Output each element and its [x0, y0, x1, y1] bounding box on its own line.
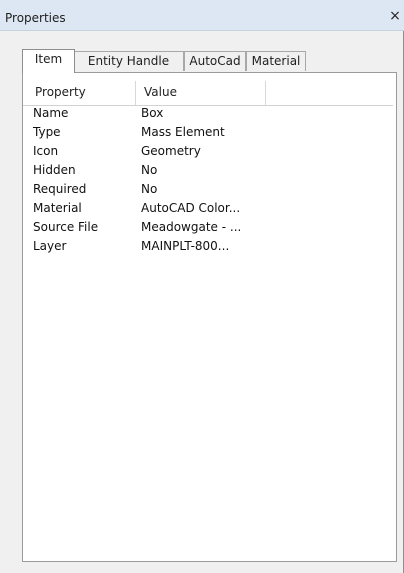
property-value: No	[141, 182, 158, 196]
table-row[interactable]: Name Box	[23, 106, 393, 124]
column-divider[interactable]	[265, 81, 266, 105]
table-row[interactable]: Source File Meadowgate - ...	[23, 220, 393, 238]
property-name: Required	[33, 182, 87, 196]
grid-header: Property Value	[23, 81, 393, 106]
table-row[interactable]: Hidden No	[23, 163, 393, 181]
tab-material[interactable]: Material	[246, 51, 306, 71]
item-tab-panel: Property Value Name Box Type Mass Elemen…	[22, 72, 397, 562]
tab-item[interactable]: Item	[22, 49, 75, 73]
properties-panel: Properties × Item Entity Handle AutoCad …	[0, 0, 404, 573]
property-value: AutoCAD Color...	[141, 201, 241, 215]
property-grid: Property Value Name Box Type Mass Elemen…	[23, 81, 393, 555]
title-bar: Properties ×	[0, 0, 404, 31]
property-name: Source File	[33, 220, 99, 234]
table-row[interactable]: Required No	[23, 182, 393, 200]
panel-title: Properties	[5, 11, 66, 25]
property-value: Geometry	[141, 144, 201, 158]
property-value: Box	[141, 106, 164, 120]
close-button[interactable]: ×	[389, 9, 401, 23]
table-row[interactable]: Layer MAINPLT-800...	[23, 239, 393, 257]
column-divider[interactable]	[135, 81, 136, 105]
tab-autocad[interactable]: AutoCad	[184, 51, 246, 71]
property-value: Meadowgate - ...	[141, 220, 242, 234]
property-value: Mass Element	[141, 125, 225, 139]
property-column-header[interactable]: Property	[35, 85, 86, 99]
property-value: MAINPLT-800...	[141, 239, 230, 253]
table-row[interactable]: Type Mass Element	[23, 125, 393, 143]
property-name: Material	[33, 201, 82, 215]
property-name: Type	[33, 125, 61, 139]
table-row[interactable]: Material AutoCAD Color...	[23, 201, 393, 219]
property-name: Name	[33, 106, 69, 120]
tab-entity-handle[interactable]: Entity Handle	[73, 51, 184, 71]
property-name: Hidden	[33, 163, 76, 177]
property-name: Layer	[33, 239, 67, 253]
property-name: Icon	[33, 144, 59, 158]
value-column-header[interactable]: Value	[144, 85, 177, 99]
property-value: No	[141, 163, 158, 177]
table-row[interactable]: Icon Geometry	[23, 144, 393, 162]
